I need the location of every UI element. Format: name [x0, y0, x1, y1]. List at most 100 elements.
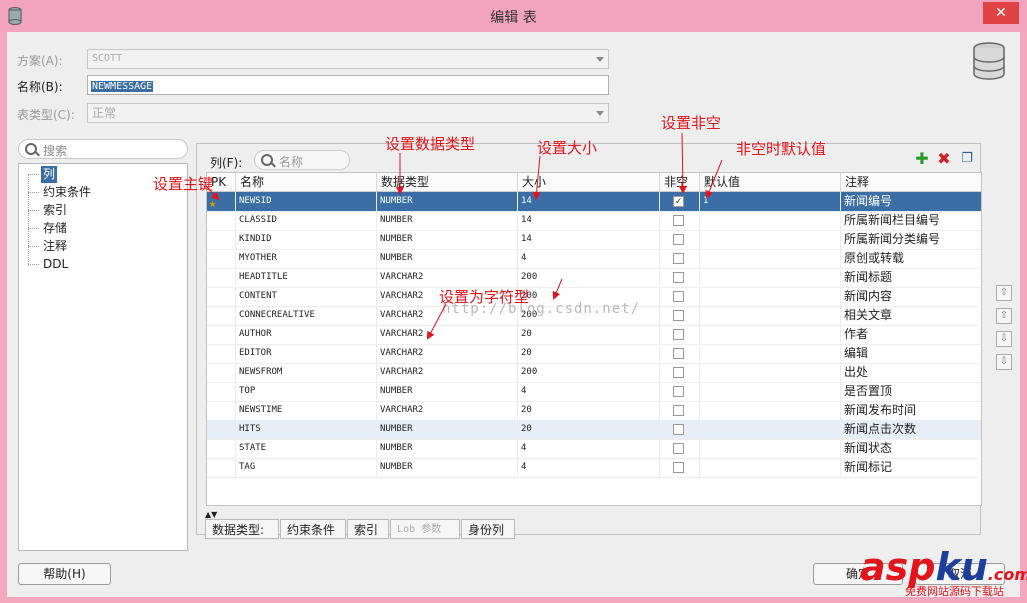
cell-type[interactable]: VARCHAR2 — [377, 363, 518, 382]
pk-cell[interactable] — [207, 211, 236, 230]
cell-comment[interactable]: 所属新闻栏目编号 — [841, 211, 981, 230]
notnull-checkbox[interactable] — [673, 424, 684, 435]
notnull-checkbox[interactable] — [673, 253, 684, 264]
table-row[interactable]: ★ NEWSID NUMBER 14 1 新闻编号 ✓ — [207, 192, 981, 212]
cell-name[interactable]: KINDID — [236, 230, 377, 249]
schema-select[interactable]: SCOTT — [87, 49, 609, 69]
notnull-checkbox[interactable] — [673, 367, 684, 378]
notnull-checkbox[interactable] — [673, 443, 684, 454]
table-row[interactable]: TOP NUMBER 4 是否置顶 — [207, 382, 981, 402]
cell-size[interactable]: 4 — [518, 458, 660, 477]
cell-size[interactable]: 4 — [518, 439, 660, 458]
notnull-checkbox[interactable] — [673, 405, 684, 416]
notnull-checkbox[interactable] — [673, 272, 684, 283]
table-row[interactable]: EDITOR VARCHAR2 20 编辑 — [207, 344, 981, 364]
cell-name[interactable]: NEWSID — [236, 192, 377, 211]
move-bottom-icon[interactable]: ⇩ — [996, 354, 1012, 370]
sidebar-item-indexes[interactable]: 索引 — [41, 202, 69, 219]
cell-size[interactable]: 200 — [518, 363, 660, 382]
cell-name[interactable]: HEADTITLE — [236, 268, 377, 287]
notnull-checkbox[interactable] — [673, 348, 684, 359]
pk-cell[interactable] — [207, 344, 236, 363]
pk-cell[interactable] — [207, 268, 236, 287]
header-name[interactable]: 名称 — [236, 173, 377, 191]
pk-cell[interactable] — [207, 306, 236, 325]
cell-comment[interactable]: 新闻编号 — [841, 192, 981, 211]
table-row[interactable]: TAG NUMBER 4 新闻标记 — [207, 458, 981, 478]
cell-default[interactable] — [700, 249, 841, 268]
pk-cell[interactable] — [207, 230, 236, 249]
tab-identity-column[interactable]: 身份列 — [461, 519, 515, 539]
cell-comment[interactable]: 是否置顶 — [841, 382, 981, 401]
cell-comment[interactable]: 作者 — [841, 325, 981, 344]
cell-comment[interactable]: 新闻标题 — [841, 268, 981, 287]
table-row[interactable]: HITS NUMBER 20 新闻点击次数 — [207, 420, 981, 440]
cell-name[interactable]: HITS — [236, 420, 377, 439]
cell-default[interactable] — [700, 344, 841, 363]
pk-cell[interactable] — [207, 382, 236, 401]
cell-type[interactable]: NUMBER — [377, 211, 518, 230]
table-row[interactable]: MYOTHER NUMBER 4 原创或转载 — [207, 249, 981, 269]
table-row[interactable]: AUTHOR VARCHAR2 20 作者 — [207, 325, 981, 345]
cell-type[interactable]: NUMBER — [377, 458, 518, 477]
cell-comment[interactable]: 新闻标记 — [841, 458, 981, 477]
notnull-checkbox[interactable] — [673, 291, 684, 302]
cell-size[interactable]: 20 — [518, 401, 660, 420]
cell-size[interactable]: 14 — [518, 192, 660, 211]
add-column-icon[interactable]: ✚ — [914, 151, 930, 167]
cell-type[interactable]: VARCHAR2 — [377, 325, 518, 344]
notnull-checkbox[interactable] — [673, 215, 684, 226]
cell-name[interactable]: CONNECREALTIVE — [236, 306, 377, 325]
cell-default[interactable] — [700, 325, 841, 344]
cell-comment[interactable]: 新闻状态 — [841, 439, 981, 458]
table-row[interactable]: CLASSID NUMBER 14 所属新闻栏目编号 — [207, 211, 981, 231]
cell-type[interactable]: NUMBER — [377, 192, 518, 211]
table-type-select[interactable]: 正常 — [87, 103, 609, 123]
cell-comment[interactable]: 相关文章 — [841, 306, 981, 325]
notnull-checkbox[interactable]: ✓ — [673, 196, 684, 207]
move-down-icon[interactable]: ⇩ — [996, 331, 1012, 347]
cell-comment[interactable]: 编辑 — [841, 344, 981, 363]
table-name-input[interactable]: NEWMESSAGE — [87, 75, 609, 95]
cell-name[interactable]: AUTHOR — [236, 325, 377, 344]
pk-cell[interactable] — [207, 363, 236, 382]
column-filter-input[interactable]: 名称 — [254, 150, 350, 170]
cell-default[interactable] — [700, 363, 841, 382]
move-up-icon[interactable]: ⇧ — [996, 308, 1012, 324]
cell-size[interactable]: 14 — [518, 211, 660, 230]
cell-default[interactable] — [700, 230, 841, 249]
table-row[interactable]: STATE NUMBER 4 新闻状态 — [207, 439, 981, 459]
cell-type[interactable]: NUMBER — [377, 382, 518, 401]
cell-comment[interactable]: 原创或转载 — [841, 249, 981, 268]
cell-size[interactable]: 4 — [518, 249, 660, 268]
cell-type[interactable]: NUMBER — [377, 420, 518, 439]
cell-type[interactable]: VARCHAR2 — [377, 344, 518, 363]
cell-name[interactable]: EDITOR — [236, 344, 377, 363]
header-default[interactable]: 默认值 — [700, 173, 841, 191]
pk-cell[interactable] — [207, 287, 236, 306]
cell-default[interactable] — [700, 420, 841, 439]
cell-type[interactable]: VARCHAR2 — [377, 401, 518, 420]
pk-cell[interactable]: ★ — [207, 192, 236, 211]
pk-cell[interactable] — [207, 458, 236, 477]
sidebar-item-constraints[interactable]: 约束条件 — [41, 184, 93, 201]
sidebar-item-storage[interactable]: 存储 — [41, 220, 69, 237]
sidebar-search-input[interactable]: 搜索 — [18, 139, 188, 159]
cell-default[interactable] — [700, 382, 841, 401]
cell-default[interactable] — [700, 439, 841, 458]
notnull-checkbox[interactable] — [673, 386, 684, 397]
cell-name[interactable]: CLASSID — [236, 211, 377, 230]
cell-type[interactable]: NUMBER — [377, 439, 518, 458]
cell-default[interactable] — [700, 268, 841, 287]
pk-cell[interactable] — [207, 439, 236, 458]
cell-size[interactable]: 200 — [518, 268, 660, 287]
cell-default[interactable] — [700, 458, 841, 477]
tab-indexes[interactable]: 索引 — [347, 519, 389, 539]
tab-constraints[interactable]: 约束条件 — [280, 519, 346, 539]
copy-column-icon[interactable]: ❐ — [959, 151, 975, 167]
cell-default[interactable] — [700, 401, 841, 420]
pk-cell[interactable] — [207, 420, 236, 439]
move-top-icon[interactable]: ⇧ — [996, 285, 1012, 301]
pk-cell[interactable] — [207, 325, 236, 344]
notnull-checkbox[interactable] — [673, 310, 684, 321]
